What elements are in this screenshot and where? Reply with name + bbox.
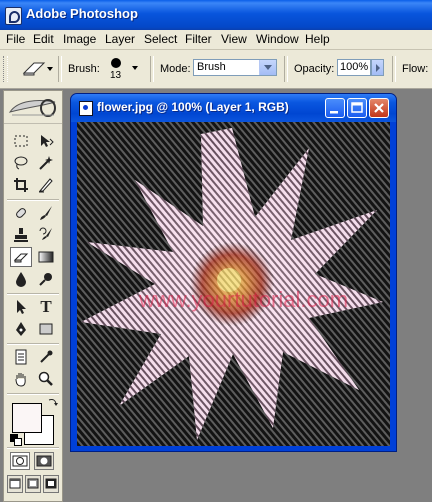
opacity-value: 100% <box>340 61 369 73</box>
pen-tool-icon[interactable] <box>10 319 32 339</box>
standard-mode-button[interactable] <box>10 452 30 470</box>
clone-stamp-tool-icon[interactable] <box>10 225 32 245</box>
menu-help[interactable]: Help <box>305 32 330 46</box>
brush-tool-icon[interactable] <box>35 203 57 223</box>
eraser-preset-icon[interactable] <box>14 59 54 79</box>
document-window: flower.jpg @ 100% (Layer 1, RGB) www.you… <box>70 93 397 452</box>
standard-screen-mode-button[interactable] <box>7 475 23 493</box>
options-separator <box>58 56 62 82</box>
type-tool-icon[interactable]: T <box>35 297 57 317</box>
toolbox-divider <box>7 343 59 345</box>
brush-dropdown-icon[interactable] <box>132 66 138 70</box>
lasso-tool-icon[interactable] <box>10 153 32 173</box>
toolbox: T <box>3 90 63 502</box>
menu-layer[interactable]: Layer <box>105 32 135 46</box>
menu-image[interactable]: Image <box>63 32 96 46</box>
opacity-input[interactable]: 100% <box>337 59 371 76</box>
maximize-icon <box>351 102 363 113</box>
close-button[interactable] <box>369 98 389 118</box>
document-title-bar[interactable]: flower.jpg @ 100% (Layer 1, RGB) <box>71 94 396 122</box>
feather-icon[interactable] <box>8 97 58 119</box>
toolbox-divider <box>7 293 59 295</box>
app-title: Adobe Photoshop <box>26 6 138 21</box>
options-separator <box>284 56 288 82</box>
options-grip[interactable] <box>3 56 8 82</box>
zoom-tool-icon[interactable] <box>35 369 57 389</box>
photoshop-icon <box>5 7 22 25</box>
rectangle-tool-icon[interactable] <box>35 319 57 339</box>
path-selection-tool-icon[interactable] <box>10 297 32 317</box>
options-separator <box>392 56 396 82</box>
chevron-down-icon[interactable] <box>259 60 276 75</box>
toolbox-divider <box>7 199 59 201</box>
brush-preview[interactable] <box>111 58 121 68</box>
menu-view[interactable]: View <box>221 32 247 46</box>
opacity-slider-button[interactable] <box>371 59 384 76</box>
maximize-button[interactable] <box>347 98 367 118</box>
toolbox-divider <box>7 447 59 449</box>
hand-tool-icon[interactable] <box>10 369 32 389</box>
default-colors-icon <box>14 438 22 446</box>
notes-tool-icon[interactable] <box>10 347 32 367</box>
menu-filter[interactable]: Filter <box>185 32 212 46</box>
opacity-label: Opacity: <box>294 63 335 75</box>
foreground-color-swatch[interactable] <box>12 403 42 433</box>
options-separator <box>150 56 154 82</box>
blur-tool-icon[interactable] <box>10 269 32 289</box>
history-brush-tool-icon[interactable] <box>35 225 57 245</box>
menu-select[interactable]: Select <box>144 32 177 46</box>
watermark-text: www.yourtutorial.com <box>138 287 348 312</box>
app-title-bar: Adobe Photoshop <box>0 0 432 30</box>
full-screen-menu-mode-button[interactable] <box>25 475 41 493</box>
swap-colors-icon[interactable] <box>48 397 58 407</box>
flower-image: www.yourtutorial.com <box>77 122 390 446</box>
slice-tool-icon[interactable] <box>35 175 57 195</box>
mode-select[interactable]: Brush <box>193 59 277 76</box>
quick-mask-mode-button[interactable] <box>34 452 54 470</box>
menu-file[interactable]: File <box>6 32 25 46</box>
menu-window[interactable]: Window <box>256 32 299 46</box>
brush-label: Brush: <box>68 63 100 75</box>
minimize-button[interactable] <box>325 98 345 118</box>
image-canvas[interactable]: www.yourtutorial.com <box>77 122 390 446</box>
brush-size: 13 <box>110 70 122 81</box>
toolbox-header <box>4 91 62 124</box>
color-swatches <box>4 395 62 446</box>
eyedropper-tool-icon[interactable] <box>35 347 57 367</box>
gradient-tool-icon[interactable] <box>35 247 57 267</box>
eraser-tool-icon[interactable] <box>10 247 32 267</box>
close-icon <box>374 103 384 113</box>
menu-bar: File Edit Image Layer Select Filter View… <box>0 30 432 50</box>
mode-label: Mode: <box>160 63 191 75</box>
healing-brush-tool-icon[interactable] <box>10 203 32 223</box>
menu-edit[interactable]: Edit <box>33 32 54 46</box>
document-icon <box>79 101 93 116</box>
full-screen-mode-button[interactable] <box>43 475 59 493</box>
flow-label: Flow: <box>402 63 429 75</box>
marquee-tool-icon[interactable] <box>10 131 32 151</box>
move-tool-icon[interactable] <box>35 131 57 151</box>
mode-value: Brush <box>197 61 226 73</box>
minimize-icon <box>330 111 338 114</box>
tool-options-bar: Brush: 13 Mode: Brush Opacity: 100% Flow… <box>0 50 432 89</box>
document-title: flower.jpg @ 100% (Layer 1, RGB) <box>97 100 289 114</box>
crop-tool-icon[interactable] <box>10 175 32 195</box>
magic-wand-tool-icon[interactable] <box>35 153 57 173</box>
dodge-tool-icon[interactable] <box>35 269 57 289</box>
